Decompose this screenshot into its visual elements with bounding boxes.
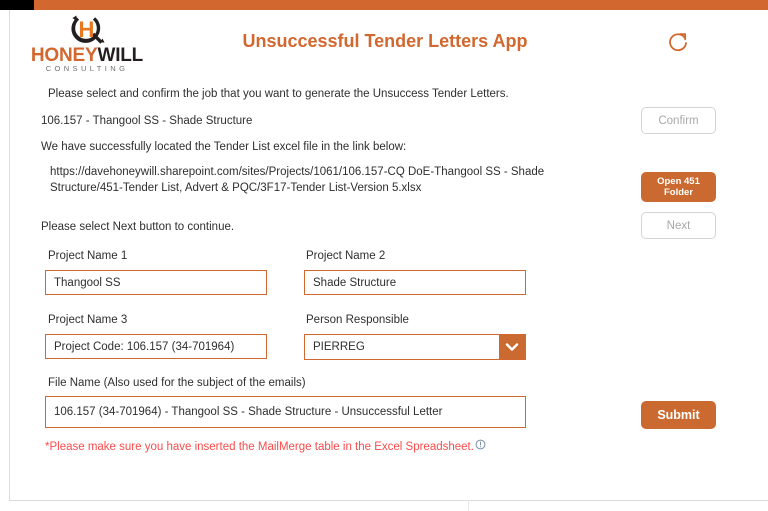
frame-bottom-border xyxy=(9,500,768,501)
next-button[interactable]: Next xyxy=(641,212,716,239)
info-circle-icon[interactable] xyxy=(475,439,486,453)
tender-list-url: https://davehoneywill.sharepoint.com/sit… xyxy=(50,166,545,194)
intro-text: Please select and confirm the job that y… xyxy=(48,88,509,100)
submit-button[interactable]: Submit xyxy=(641,401,716,429)
frame-left-border xyxy=(9,10,10,501)
company-logo: H HONEYWILL CONSULTING xyxy=(28,12,146,74)
project-name-3-input[interactable] xyxy=(45,334,267,359)
file-name-input[interactable] xyxy=(45,396,526,428)
mailmerge-warning-text: *Please make sure you have inserted the … xyxy=(45,441,474,453)
project-name-1-input[interactable] xyxy=(45,270,267,295)
person-responsible-label: Person Responsible xyxy=(306,314,409,326)
frame-bottom-divider xyxy=(468,500,469,511)
next-button-label: Next xyxy=(666,219,691,232)
svg-text:H: H xyxy=(79,17,95,42)
open-451-folder-button[interactable]: Open 451 Folder xyxy=(641,172,716,202)
selected-job-text: 106.157 - Thangool SS - Shade Structure xyxy=(41,115,253,127)
next-hint-text: Please select Next button to continue. xyxy=(41,221,235,233)
page-title: Unsuccessful Tender Letters App xyxy=(242,31,528,51)
open-folder-label-line1: Open 451 xyxy=(657,176,700,187)
logo-subtitle: CONSULTING xyxy=(45,64,129,73)
open-folder-label-line2: Folder xyxy=(663,187,694,198)
submit-button-label: Submit xyxy=(657,408,700,422)
person-responsible-select[interactable]: PIERREG xyxy=(304,334,526,360)
file-name-label: File Name (Also used for the subject of … xyxy=(48,377,306,389)
window-corner-block xyxy=(0,0,34,10)
mailmerge-warning: *Please make sure you have inserted the … xyxy=(45,439,486,455)
confirm-button[interactable]: Confirm xyxy=(641,107,716,134)
located-text: We have successfully located the Tender … xyxy=(41,141,407,153)
chevron-down-icon[interactable] xyxy=(499,335,525,359)
person-responsible-value: PIERREG xyxy=(313,341,365,353)
project-name-2-label: Project Name 2 xyxy=(306,250,386,262)
project-name-1-label: Project Name 1 xyxy=(48,250,128,262)
logo-word-secondary: WILL xyxy=(97,45,144,66)
refresh-icon[interactable] xyxy=(664,28,694,58)
confirm-button-label: Confirm xyxy=(658,114,699,127)
app-window: H HONEYWILL CONSULTING Unsuccessful Tend… xyxy=(0,0,768,511)
top-accent-bar xyxy=(34,0,768,10)
logo-wordmark: HONEYWILL xyxy=(28,46,146,66)
project-name-2-input[interactable] xyxy=(304,270,526,295)
logo-word-primary: HONEY xyxy=(30,45,98,66)
honeywill-circular-h-logo-icon: H xyxy=(64,12,110,48)
project-name-3-label: Project Name 3 xyxy=(48,314,128,326)
